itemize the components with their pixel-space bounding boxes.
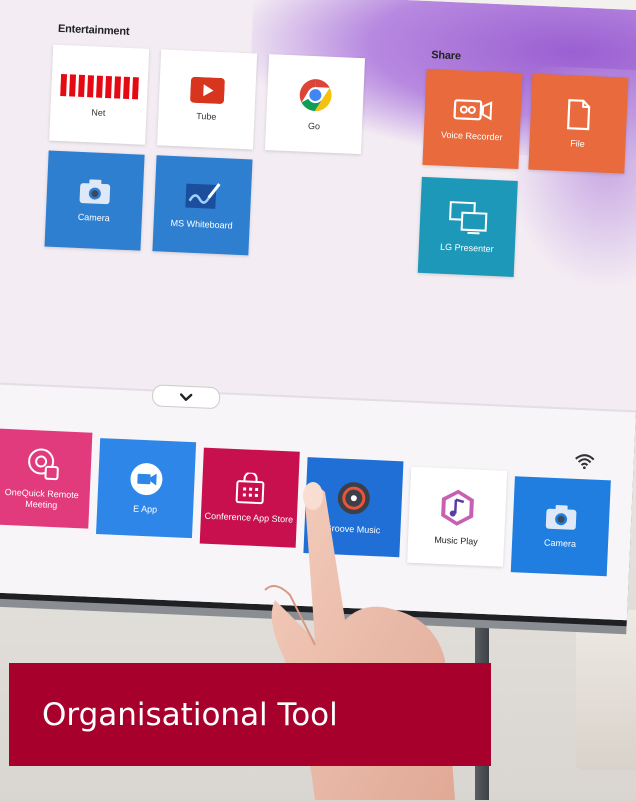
app-tile-label: LG Presenter [439,241,494,254]
app-tile-label: Voice Recorder [440,129,503,142]
section-label-entertainment: Entertainment [57,22,130,38]
chrome-icon [299,78,332,111]
app-tile-tube[interactable]: Tube [157,49,258,150]
app-tile-file[interactable]: File [528,73,629,174]
app-tile-net[interactable]: Net [49,44,150,145]
camera-icon [545,504,577,530]
app-tile-label: Camera [77,211,111,223]
wifi-icon [575,454,595,470]
dock-tile-camera[interactable]: Camera [510,476,611,577]
caption-text: Organisational Tool [42,696,338,733]
app-tile-lg-presenter[interactable]: LG Presenter [417,176,518,277]
section-label-share: Share [430,49,462,63]
app-tile-ms-whiteboard[interactable]: MS Whiteboard [152,155,253,256]
whiteboard-icon [185,182,221,209]
presenter-icon [449,200,488,234]
app-tile-go[interactable]: Go [264,54,366,155]
app-tile-label: Go [307,120,321,131]
app-tile-camera[interactable]: Camera [44,150,145,251]
camera-icon [79,178,111,204]
dock-tile-label: Camera [543,537,577,549]
netflix-icon [60,73,139,99]
dock-tile-e-app[interactable]: E App [96,438,197,539]
expand-button[interactable] [151,384,221,410]
dock-tile-label: E App [132,503,158,515]
chair [576,610,636,770]
caption-banner: Organisational Tool [9,663,491,766]
app-tile-label: Net [91,106,106,118]
dock-tile-label: OneQuick Remote Meeting [4,486,79,511]
youtube-icon [190,76,225,104]
voice-recorder-icon [453,98,493,120]
app-tile-label: File [570,137,585,149]
app-tile-voice-recorder[interactable]: Voice Recorder [422,68,523,170]
remote-meeting-icon [28,448,59,481]
video-call-icon [130,462,163,495]
app-tile-label: MS Whiteboard [170,217,233,231]
app-tile-label: Tube [196,110,217,122]
file-icon [567,98,591,130]
dock-tile-onequick-remote-meeting[interactable]: OneQuick Remote Meeting [0,428,93,529]
chevron-down-icon [180,392,193,401]
